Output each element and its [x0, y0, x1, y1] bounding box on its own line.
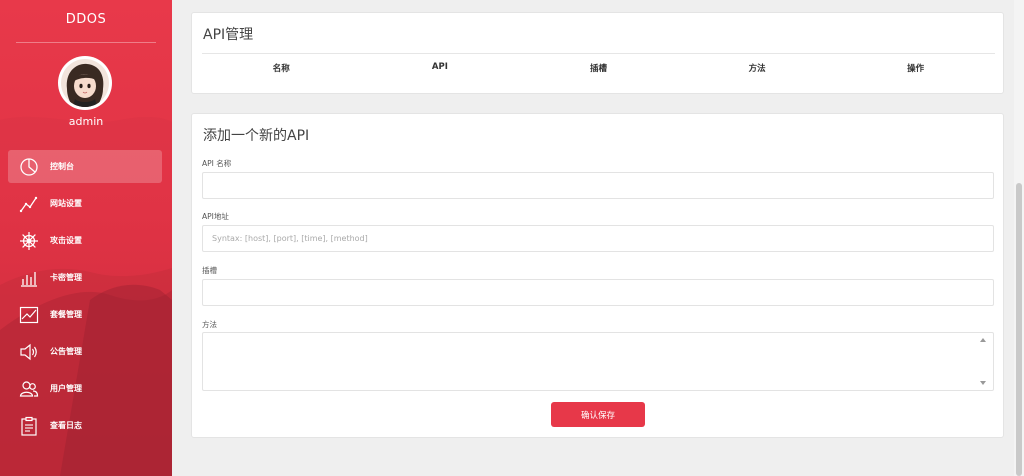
slots-input[interactable]: [202, 279, 994, 306]
bar-chart-icon: [18, 267, 40, 289]
sidebar-item-label: 查看日志: [50, 421, 82, 430]
api-url-input[interactable]: [202, 225, 994, 252]
textarea-scrollbar[interactable]: [975, 333, 993, 390]
line-graph-icon: [18, 193, 40, 215]
speaker-icon: [18, 341, 40, 363]
sidebar-item-dashboard[interactable]: 控制台: [8, 150, 162, 183]
brand-title: DDOS: [65, 12, 107, 27]
api-url-label: API地址: [202, 212, 229, 221]
sidebar-item-label: 卡密管理: [50, 273, 82, 282]
sidebar-item-packages[interactable]: 套餐管理: [8, 298, 162, 331]
api-list-title: API管理: [203, 27, 254, 43]
column-header-actions: 操作: [907, 64, 925, 74]
methods-textarea[interactable]: [202, 332, 994, 391]
add-api-card: 添加一个新的API API 名称 API地址 插槽 方法 确认保存: [191, 113, 1004, 438]
scroll-down-icon[interactable]: [980, 381, 986, 385]
card-divider: [202, 53, 995, 54]
brand-divider: [16, 42, 156, 43]
avatar[interactable]: [58, 56, 112, 110]
api-table-header: 名称 API 插槽 方法 操作: [202, 62, 995, 74]
page-scrollbar-thumb[interactable]: [1016, 183, 1022, 476]
username: admin: [68, 115, 104, 128]
sidebar-item-label: 网站设置: [50, 199, 82, 208]
sidebar-item-logs[interactable]: 查看日志: [8, 409, 162, 442]
sidebar-item-label: 控制台: [50, 162, 74, 171]
slots-label: 插槽: [202, 266, 217, 275]
scroll-up-icon[interactable]: [980, 338, 986, 342]
sidebar-item-label: 用户管理: [50, 384, 82, 393]
sidebar-nav: 控制台 网站设置 攻击设置 卡密管理 套餐管理 公告管理 用户管理 查看日志: [8, 150, 162, 446]
sidebar-item-announcements[interactable]: 公告管理: [8, 335, 162, 368]
pie-chart-icon: [18, 156, 40, 178]
users-icon: [18, 378, 40, 400]
clipboard-icon: [18, 415, 40, 437]
sidebar-item-users[interactable]: 用户管理: [8, 372, 162, 405]
methods-label: 方法: [202, 320, 217, 329]
sidebar: DDOS admin 控制台 网站设置 攻击设置 卡密管理 套餐管理 公告管理 …: [0, 0, 172, 476]
add-api-title: 添加一个新的API: [203, 128, 310, 144]
avatar-image: [61, 59, 109, 107]
api-name-input[interactable]: [202, 172, 994, 199]
sidebar-item-attack-settings[interactable]: 攻击设置: [8, 224, 162, 257]
sidebar-item-label: 公告管理: [50, 347, 82, 356]
sidebar-item-site-settings[interactable]: 网站设置: [8, 187, 162, 220]
page-scrollbar[interactable]: [1014, 0, 1024, 476]
column-header-slots: 插槽: [589, 64, 607, 74]
api-name-label: API 名称: [202, 159, 232, 168]
column-header-method: 方法: [748, 64, 766, 74]
column-header-api: API: [431, 62, 448, 72]
sidebar-item-card-keys[interactable]: 卡密管理: [8, 261, 162, 294]
api-list-card: API管理 名称 API 插槽 方法 操作: [191, 12, 1004, 94]
column-header-name: 名称: [272, 64, 290, 74]
sidebar-item-label: 攻击设置: [50, 236, 82, 245]
save-button[interactable]: 确认保存: [551, 402, 645, 427]
sidebar-item-label: 套餐管理: [50, 310, 82, 319]
trend-chart-icon: [18, 304, 40, 326]
ship-wheel-icon: [18, 230, 40, 252]
